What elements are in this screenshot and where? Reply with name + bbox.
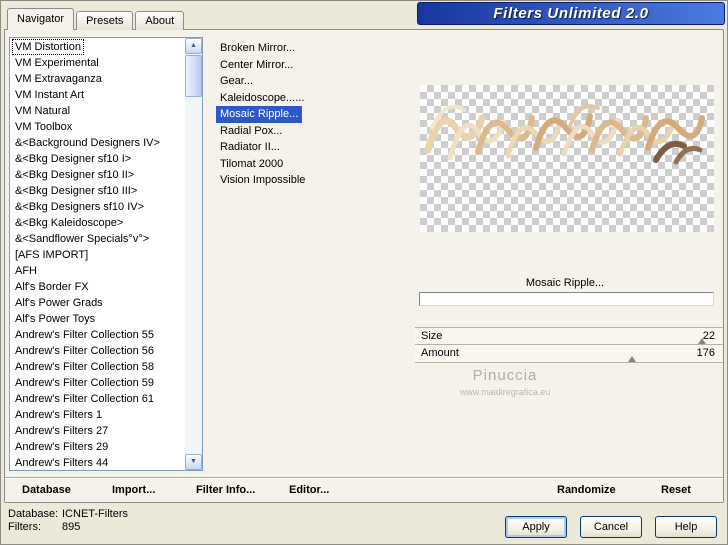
selected-filter-label: Mosaic Ripple... xyxy=(525,277,605,289)
category-item[interactable]: &<Background Designers IV> xyxy=(12,135,163,151)
status-filters-value: 895 xyxy=(62,521,81,533)
category-item[interactable]: &<Bkg Designer sf10 III> xyxy=(12,183,140,199)
category-items: VM Distortion VM Experimental VM Extravaga… xyxy=(11,39,185,469)
category-item[interactable]: &<Bkg Designer sf10 II> xyxy=(12,167,137,183)
filter-item[interactable]: Radiator II... xyxy=(216,139,284,156)
category-item[interactable]: [AFS IMPORT] xyxy=(12,247,91,263)
bottom-toolbar: Database Import... Filter Info... Editor… xyxy=(5,477,723,502)
category-item[interactable]: Andrew's Filter Collection 56 xyxy=(12,343,157,359)
reset-button[interactable]: Reset xyxy=(659,479,693,502)
slider-size[interactable]: Size 22 xyxy=(415,327,723,345)
status-database-value: ICNET-Filters xyxy=(62,508,128,520)
status-database: Database: ICNET-Filters xyxy=(0,508,300,521)
category-item[interactable]: Andrew's Filter Collection 58 xyxy=(12,359,157,375)
apply-button[interactable]: Apply xyxy=(505,516,567,538)
category-item[interactable]: VM Experimental xyxy=(12,55,102,71)
category-item[interactable]: Alf's Border FX xyxy=(12,279,92,295)
scroll-down-icon[interactable]: ▼ xyxy=(185,454,202,470)
filter-info-button[interactable]: Filter Info... xyxy=(194,479,257,502)
cancel-button[interactable]: Cancel xyxy=(580,516,642,538)
slider-amount[interactable]: Amount 176 xyxy=(415,345,723,363)
category-item[interactable]: VM Instant Art xyxy=(12,87,87,103)
filter-item[interactable]: Vision Impossible xyxy=(216,172,309,189)
category-item[interactable]: &<Bkg Kaleidoscope> xyxy=(12,215,126,231)
status-filters: Filters: 895 xyxy=(0,521,300,534)
filter-item[interactable]: Center Mirror... xyxy=(216,57,297,74)
param-name: Size xyxy=(421,330,443,342)
category-item[interactable]: AFH xyxy=(12,263,40,279)
tab[interactable]: Presets xyxy=(76,11,134,30)
window-title: Filters Unlimited 2.0 xyxy=(493,5,649,22)
status-filters-label: Filters: xyxy=(8,521,41,533)
tab[interactable]: Navigator xyxy=(7,8,75,30)
category-listbox[interactable]: VM Distortion VM Experimental VM Extravaga… xyxy=(9,37,203,471)
param-value: 176 xyxy=(696,347,715,359)
category-scrollbar[interactable]: ▲ ▼ xyxy=(185,38,202,470)
progress-bar xyxy=(419,292,714,306)
filter-item[interactable]: Gear... xyxy=(216,73,257,90)
param-name: Amount xyxy=(421,347,459,359)
randomize-button[interactable]: Randomize xyxy=(555,479,618,502)
database-button[interactable]: Database xyxy=(20,479,73,502)
filter-item[interactable]: Broken Mirror... xyxy=(216,40,299,57)
category-item[interactable]: Andrew's Filters 29 xyxy=(12,439,111,455)
filter-list: Broken Mirror... Center Mirror... Gear... K… xyxy=(216,40,408,189)
scroll-up-icon[interactable]: ▲ xyxy=(185,38,202,54)
slider-thumb-icon[interactable] xyxy=(698,338,707,344)
preview-area xyxy=(420,85,714,232)
filter-item[interactable]: Radial Pox... xyxy=(216,123,286,140)
category-item[interactable]: &<Bkg Designer sf10 I> xyxy=(12,151,134,167)
filter-item[interactable]: Mosaic Ripple... xyxy=(216,106,303,123)
category-item[interactable]: &<Sandflower Specials°v°> xyxy=(12,231,152,247)
category-item[interactable]: Alf's Power Grads xyxy=(12,295,106,311)
slider-thumb-icon[interactable] xyxy=(627,356,636,362)
tab-bar: Navigator Presets About xyxy=(7,8,186,30)
parameter-sliders: Size 22 Amount 176 xyxy=(415,327,723,363)
category-item[interactable]: Andrew's Filters 1 xyxy=(12,407,105,423)
category-item[interactable]: Andrew's Filter Collection 61 xyxy=(12,391,157,407)
status-database-label: Database: xyxy=(8,508,59,520)
tab[interactable]: About xyxy=(135,11,185,30)
scrollbar-thumb[interactable] xyxy=(185,55,202,97)
category-item[interactable]: VM Natural xyxy=(12,103,73,119)
import-button[interactable]: Import... xyxy=(110,479,157,502)
category-item[interactable]: Andrew's Filters 27 xyxy=(12,423,111,439)
editor-button[interactable]: Editor... xyxy=(287,479,331,502)
preview-image xyxy=(424,104,705,165)
watermark: Pinuccia www.maidiregrafica.eu xyxy=(438,367,572,397)
category-item[interactable]: Andrew's Filter Collection 59 xyxy=(12,375,157,391)
category-item[interactable]: VM Toolbox xyxy=(12,119,75,135)
filters-unlimited-window: Filters Unlimited 2.0 Navigator Presets Ab… xyxy=(0,0,728,545)
category-item[interactable]: Andrew's Filter Collection 55 xyxy=(12,327,157,343)
filter-item[interactable]: Tilomat 2000 xyxy=(216,156,287,173)
watermark-url: www.maidiregrafica.eu xyxy=(459,387,551,397)
watermark-name: Pinuccia xyxy=(472,367,538,384)
filter-item[interactable]: Kaleidoscope...... xyxy=(216,90,308,107)
category-item[interactable]: Andrew's Filters 44 xyxy=(12,455,111,469)
category-item[interactable]: VM Extravaganza xyxy=(12,71,105,87)
title-banner: Filters Unlimited 2.0 xyxy=(417,2,725,25)
category-item[interactable]: VM Distortion xyxy=(12,39,85,55)
category-item[interactable]: Alf's Power Toys xyxy=(12,311,98,327)
category-item[interactable]: &<Bkg Designers sf10 IV> xyxy=(12,199,147,215)
help-button[interactable]: Help xyxy=(655,516,717,538)
